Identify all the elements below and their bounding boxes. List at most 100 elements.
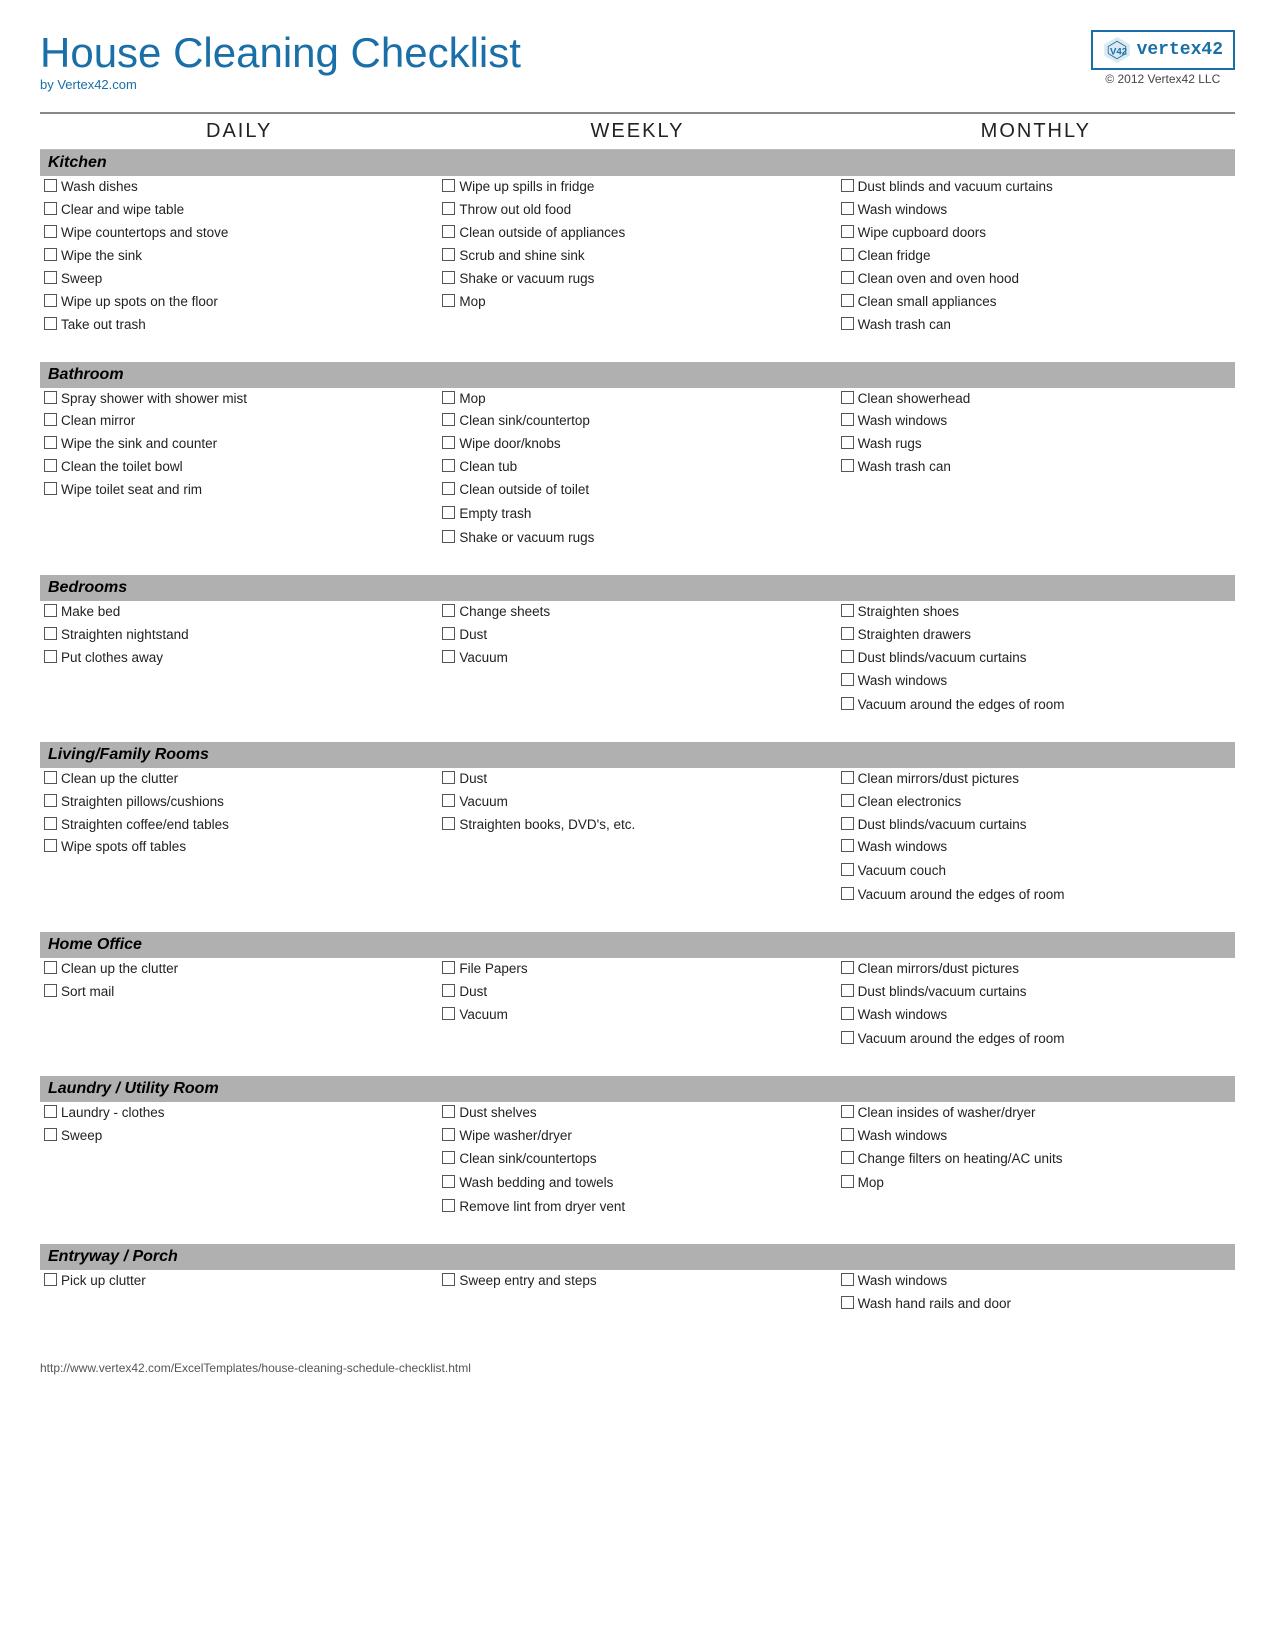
checkbox[interactable] xyxy=(44,961,57,974)
checkbox[interactable] xyxy=(442,1273,455,1286)
checkbox[interactable] xyxy=(841,317,854,330)
item-text: Spray shower with shower mist xyxy=(61,390,247,409)
checkbox[interactable] xyxy=(44,459,57,472)
item-text: Change sheets xyxy=(459,603,550,622)
checkbox[interactable] xyxy=(442,225,455,238)
checkbox[interactable] xyxy=(44,436,57,449)
table-row: Vacuum around the edges of room xyxy=(40,884,1235,908)
checkbox[interactable] xyxy=(841,650,854,663)
checkbox[interactable] xyxy=(44,179,57,192)
checkbox[interactable] xyxy=(44,771,57,784)
checkbox[interactable] xyxy=(841,179,854,192)
table-row: Sort mailDustDust blinds/vacuum curtains xyxy=(40,981,1235,1004)
logo-text: vertex42 xyxy=(1137,40,1223,60)
checkbox[interactable] xyxy=(442,771,455,784)
checkbox[interactable] xyxy=(44,839,57,852)
item-text: Clean small appliances xyxy=(858,293,997,312)
item-text: Make bed xyxy=(61,603,120,622)
checkbox[interactable] xyxy=(44,1128,57,1141)
byline-link[interactable]: by Vertex42.com xyxy=(40,77,137,92)
checkbox[interactable] xyxy=(442,271,455,284)
checkbox[interactable] xyxy=(44,604,57,617)
checkbox[interactable] xyxy=(442,413,455,426)
checkbox[interactable] xyxy=(44,794,57,807)
checkbox[interactable] xyxy=(841,1128,854,1141)
checkbox[interactable] xyxy=(44,1273,57,1286)
checkbox[interactable] xyxy=(442,202,455,215)
checkbox[interactable] xyxy=(442,294,455,307)
checkbox[interactable] xyxy=(442,817,455,830)
checkbox[interactable] xyxy=(841,839,854,852)
checkbox[interactable] xyxy=(841,984,854,997)
checkbox[interactable] xyxy=(442,248,455,261)
checkbox[interactable] xyxy=(44,413,57,426)
checkbox[interactable] xyxy=(841,604,854,617)
checkbox[interactable] xyxy=(841,391,854,404)
checkbox[interactable] xyxy=(841,794,854,807)
checkbox[interactable] xyxy=(841,863,854,876)
checkbox[interactable] xyxy=(442,482,455,495)
checkbox[interactable] xyxy=(442,650,455,663)
checkbox[interactable] xyxy=(841,1296,854,1309)
checkbox[interactable] xyxy=(44,225,57,238)
checkbox[interactable] xyxy=(44,391,57,404)
checkbox[interactable] xyxy=(841,697,854,710)
checkbox[interactable] xyxy=(44,317,57,330)
checkbox[interactable] xyxy=(44,294,57,307)
checkbox[interactable] xyxy=(841,887,854,900)
checkbox[interactable] xyxy=(841,771,854,784)
checkbox[interactable] xyxy=(841,1273,854,1286)
item-text: Shake or vacuum rugs xyxy=(459,270,594,289)
item-text: Sweep entry and steps xyxy=(459,1272,596,1291)
checkbox[interactable] xyxy=(841,673,854,686)
checkbox[interactable] xyxy=(841,271,854,284)
table-row xyxy=(40,338,1235,362)
checkbox[interactable] xyxy=(44,248,57,261)
checkbox[interactable] xyxy=(442,436,455,449)
checkbox[interactable] xyxy=(44,817,57,830)
checkbox[interactable] xyxy=(841,225,854,238)
checkbox[interactable] xyxy=(841,1105,854,1118)
checkbox[interactable] xyxy=(442,506,455,519)
checkbox[interactable] xyxy=(442,984,455,997)
item-text: Mop xyxy=(858,1174,884,1193)
checkbox[interactable] xyxy=(442,530,455,543)
checkbox[interactable] xyxy=(44,482,57,495)
checkbox[interactable] xyxy=(442,179,455,192)
checkbox[interactable] xyxy=(442,604,455,617)
checkbox[interactable] xyxy=(44,271,57,284)
checkbox[interactable] xyxy=(841,459,854,472)
item-text: Dust blinds/vacuum curtains xyxy=(858,649,1027,668)
item-text: Wash trash can xyxy=(858,316,951,335)
checkbox[interactable] xyxy=(841,1007,854,1020)
checkbox[interactable] xyxy=(841,436,854,449)
checkbox[interactable] xyxy=(44,650,57,663)
checkbox[interactable] xyxy=(442,1105,455,1118)
checkbox[interactable] xyxy=(442,1151,455,1164)
item-text: Wipe up spills in fridge xyxy=(459,178,594,197)
checkbox[interactable] xyxy=(442,1199,455,1212)
checkbox[interactable] xyxy=(442,627,455,640)
checkbox[interactable] xyxy=(44,984,57,997)
checkbox[interactable] xyxy=(442,391,455,404)
checkbox[interactable] xyxy=(841,413,854,426)
checkbox[interactable] xyxy=(841,248,854,261)
checkbox[interactable] xyxy=(44,1105,57,1118)
checkbox[interactable] xyxy=(841,961,854,974)
checkbox[interactable] xyxy=(841,1151,854,1164)
checkbox[interactable] xyxy=(442,1007,455,1020)
checkbox[interactable] xyxy=(44,202,57,215)
checkbox[interactable] xyxy=(841,294,854,307)
item-text: Wash rugs xyxy=(858,435,922,454)
checkbox[interactable] xyxy=(841,1031,854,1044)
checkbox[interactable] xyxy=(442,794,455,807)
checkbox[interactable] xyxy=(442,459,455,472)
checkbox[interactable] xyxy=(442,961,455,974)
checkbox[interactable] xyxy=(442,1128,455,1141)
checkbox[interactable] xyxy=(841,202,854,215)
checkbox[interactable] xyxy=(841,627,854,640)
checkbox[interactable] xyxy=(841,1175,854,1188)
checkbox[interactable] xyxy=(44,627,57,640)
checkbox[interactable] xyxy=(442,1175,455,1188)
checkbox[interactable] xyxy=(841,817,854,830)
